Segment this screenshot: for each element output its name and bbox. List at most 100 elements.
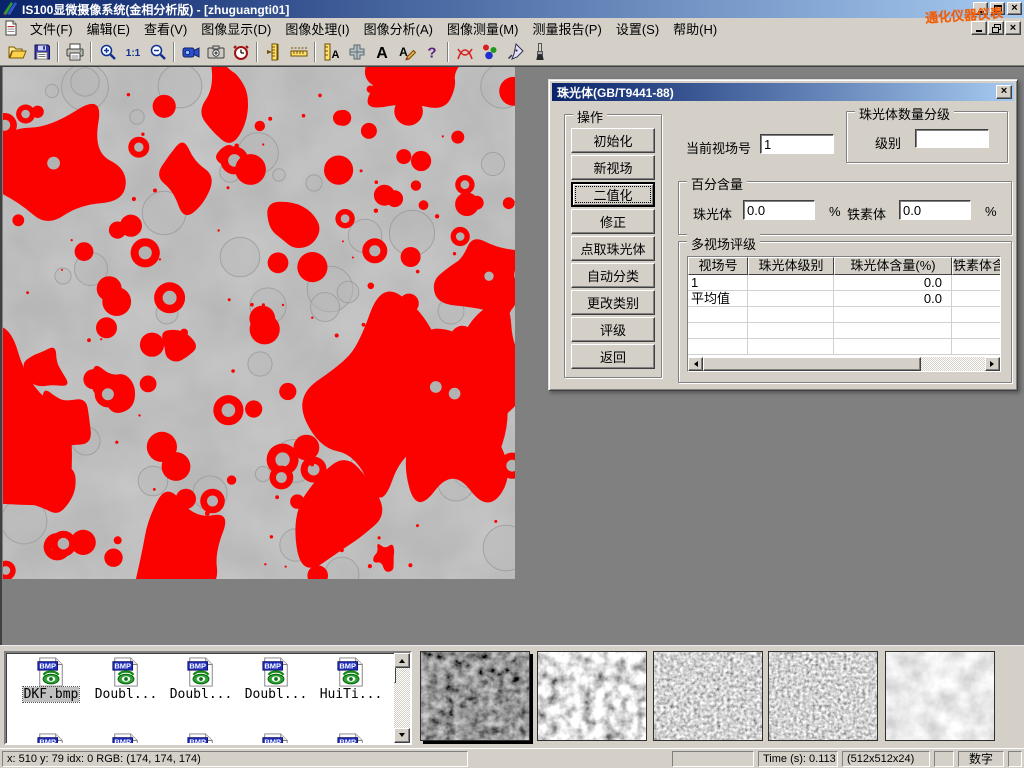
level-label: 级别 bbox=[875, 133, 901, 152]
new-field-button[interactable]: 新视场 bbox=[571, 155, 655, 180]
init-button[interactable]: 初始化 bbox=[571, 128, 655, 153]
svg-text:A: A bbox=[376, 45, 388, 62]
table-row[interactable]: 平均值 0.0 bbox=[688, 291, 1000, 307]
help-button[interactable]: ? bbox=[419, 40, 444, 64]
zoom-in-button[interactable] bbox=[95, 40, 120, 64]
mdi-close-icon: × bbox=[1010, 24, 1016, 33]
thumbnail-2[interactable] bbox=[537, 651, 647, 741]
thumbnail-3[interactable] bbox=[653, 651, 763, 741]
table-row[interactable]: 1 0.0 bbox=[688, 275, 1000, 291]
save-button[interactable] bbox=[29, 40, 54, 64]
vscroll-thumb[interactable] bbox=[394, 667, 396, 683]
col-pearlite-pct[interactable]: 珠光体含量(%) bbox=[834, 257, 952, 275]
thumbnail-5[interactable] bbox=[885, 651, 995, 741]
scroll-down-button[interactable] bbox=[394, 728, 410, 743]
dialog-title-bar[interactable]: 珠光体(GB/T9441-88) × bbox=[552, 83, 1014, 101]
file-item[interactable]: BMP bbox=[14, 733, 88, 745]
text-edit-icon: A bbox=[397, 42, 417, 62]
ferrite-input[interactable] bbox=[899, 200, 971, 220]
multi-field-group: 多视场评级 视场号 珠光体级别 珠光体含量(%) 铁素体含量(%) 1 0.0 bbox=[678, 241, 1012, 383]
table-row-empty bbox=[688, 307, 1000, 323]
menu-image-analysis[interactable]: 图像分析(A) bbox=[357, 17, 440, 40]
measure-text-button[interactable]: A bbox=[319, 40, 344, 64]
snapshot-button[interactable] bbox=[203, 40, 228, 64]
level-input[interactable] bbox=[915, 129, 989, 148]
menu-file[interactable]: 文件(F) bbox=[23, 17, 80, 40]
grid-tool-button[interactable] bbox=[344, 40, 369, 64]
brush-tool-button[interactable] bbox=[527, 40, 552, 64]
file-item[interactable]: BMP Doubl... bbox=[89, 657, 163, 702]
file-item[interactable]: BMP HuiTi... bbox=[314, 657, 388, 702]
pearlite-input[interactable] bbox=[743, 200, 815, 220]
file-item[interactable]: BMP bbox=[89, 733, 163, 745]
menu-image-display[interactable]: 图像显示(D) bbox=[194, 17, 278, 40]
col-pearlite-grade[interactable]: 珠光体级别 bbox=[748, 257, 834, 275]
caliper-button[interactable] bbox=[261, 40, 286, 64]
file-item[interactable]: BMP DKF.bmp bbox=[14, 657, 88, 702]
change-class-button[interactable]: 更改类别 bbox=[571, 290, 655, 315]
ruler-button[interactable] bbox=[286, 40, 311, 64]
scroll-right-button[interactable] bbox=[985, 357, 1000, 371]
current-field-label: 当前视场号 bbox=[686, 138, 751, 157]
correct-button[interactable]: 修正 bbox=[571, 209, 655, 234]
thumbnail-1[interactable] bbox=[420, 651, 530, 741]
hscroll-track[interactable] bbox=[921, 357, 985, 371]
save-icon bbox=[32, 42, 52, 62]
menu-help[interactable]: 帮助(H) bbox=[666, 17, 724, 40]
file-list-scrollbar[interactable] bbox=[394, 653, 410, 743]
file-item[interactable]: BMP bbox=[314, 733, 388, 745]
colored-balls-icon bbox=[480, 42, 500, 62]
annotate-button[interactable]: A bbox=[394, 40, 419, 64]
zoom-1to1-button[interactable]: 1:1 bbox=[120, 40, 145, 64]
document-icon[interactable] bbox=[3, 20, 19, 36]
menu-image-process[interactable]: 图像处理(I) bbox=[278, 17, 356, 40]
mdi-close-button[interactable]: × bbox=[1005, 21, 1021, 35]
menu-bar: 文件(F) 编辑(E) 查看(V) 图像显示(D) 图像处理(I) 图像分析(A… bbox=[0, 18, 1024, 38]
file-item[interactable]: BMP Doubl... bbox=[164, 657, 238, 702]
thumbnail-4[interactable] bbox=[768, 651, 878, 741]
close-button[interactable]: × bbox=[1007, 2, 1022, 15]
auto-classify-button[interactable]: 自动分类 bbox=[571, 263, 655, 288]
text-button[interactable]: A bbox=[369, 40, 394, 64]
current-field-input[interactable] bbox=[760, 134, 834, 154]
dialog-close-button[interactable]: × bbox=[996, 85, 1012, 99]
menu-image-measure[interactable]: 图像测量(M) bbox=[440, 17, 526, 40]
mdi-restore-button[interactable] bbox=[988, 21, 1004, 35]
pen-tool-button[interactable] bbox=[502, 40, 527, 64]
pick-pearlite-button[interactable]: 点取珠光体 bbox=[571, 236, 655, 261]
hscroll-thumb[interactable] bbox=[703, 357, 921, 371]
brush-icon bbox=[530, 42, 550, 62]
table-row-empty bbox=[688, 339, 1000, 355]
curve-tool-button[interactable] bbox=[452, 40, 477, 64]
table-hscrollbar[interactable] bbox=[688, 357, 1000, 371]
cell-field-no: 平均值 bbox=[688, 291, 748, 306]
svg-text:BMP: BMP bbox=[114, 662, 131, 671]
file-name: Doubl... bbox=[169, 687, 234, 702]
col-ferrite-pct[interactable]: 铁素体含量(%) bbox=[952, 257, 1001, 275]
open-button[interactable] bbox=[4, 40, 29, 64]
micrograph-image[interactable] bbox=[3, 67, 515, 579]
timer-button[interactable] bbox=[228, 40, 253, 64]
menu-view[interactable]: 查看(V) bbox=[137, 17, 194, 40]
scroll-left-button[interactable] bbox=[688, 357, 703, 371]
menu-edit[interactable]: 编辑(E) bbox=[80, 17, 137, 40]
zoom-out-button[interactable] bbox=[145, 40, 170, 64]
toolbar-separator bbox=[256, 42, 258, 62]
binarize-button[interactable]: 二值化 bbox=[571, 182, 655, 207]
file-item[interactable]: BMP bbox=[239, 733, 313, 745]
svg-text:BMP: BMP bbox=[39, 738, 56, 745]
menu-report[interactable]: 测量报告(P) bbox=[525, 17, 608, 40]
scroll-up-button[interactable] bbox=[394, 653, 410, 668]
grade-button[interactable]: 评级 bbox=[571, 317, 655, 342]
file-item[interactable]: BMP Doubl... bbox=[239, 657, 313, 702]
return-button[interactable]: 返回 bbox=[571, 344, 655, 369]
status-empty-panel bbox=[934, 751, 954, 767]
pearlite-unit: % bbox=[829, 204, 841, 219]
classify-button[interactable] bbox=[477, 40, 502, 64]
print-button[interactable] bbox=[62, 40, 87, 64]
menu-settings[interactable]: 设置(S) bbox=[609, 17, 666, 40]
file-item[interactable]: BMP bbox=[164, 733, 238, 745]
status-position: x: 510 y: 79 idx: 0 RGB: (174, 174, 174) bbox=[2, 751, 468, 767]
col-field-no[interactable]: 视场号 bbox=[688, 257, 748, 275]
video-capture-button[interactable] bbox=[178, 40, 203, 64]
